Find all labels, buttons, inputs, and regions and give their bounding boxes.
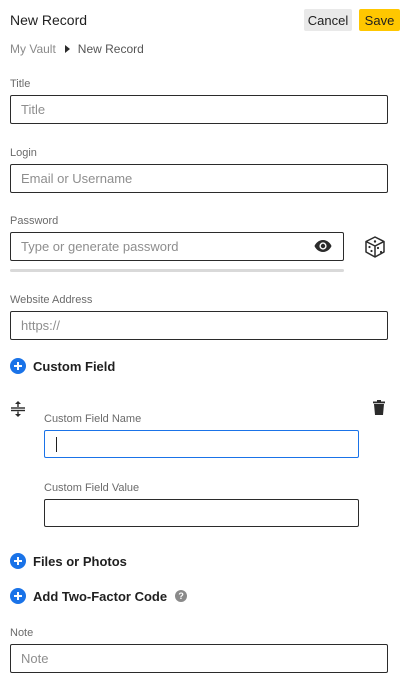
note-label: Note <box>10 627 34 639</box>
page-title: New Record <box>10 12 88 28</box>
custom-field-name-input[interactable] <box>44 430 359 458</box>
add-files-label: Files or Photos <box>33 553 127 569</box>
title-label: Title <box>10 78 31 90</box>
cancel-button[interactable]: Cancel <box>304 9 352 31</box>
website-label: Website Address <box>10 294 93 306</box>
breadcrumb-root-link[interactable]: My Vault <box>10 42 56 56</box>
password-input[interactable] <box>10 232 344 261</box>
dice-icon[interactable] <box>363 235 387 259</box>
custom-field-value-input[interactable] <box>44 499 359 527</box>
login-label: Login <box>10 147 37 159</box>
text-cursor <box>56 437 57 452</box>
header: New Record Cancel Save <box>0 0 400 40</box>
plus-circle-icon <box>10 553 26 569</box>
add-files-button[interactable]: Files or Photos <box>10 553 127 569</box>
eye-icon[interactable] <box>314 239 332 253</box>
title-input[interactable] <box>10 95 388 124</box>
breadcrumb-current: New Record <box>77 42 144 56</box>
help-icon[interactable]: ? <box>175 590 188 602</box>
password-field <box>10 232 344 261</box>
login-input[interactable] <box>10 164 388 193</box>
add-two-factor-button[interactable]: Add Two-Factor Code ? <box>10 588 188 604</box>
add-two-factor-label: Add Two-Factor Code <box>33 588 168 604</box>
drag-handle-icon[interactable] <box>11 401 25 417</box>
note-input[interactable] <box>10 644 388 673</box>
password-strength-bar <box>10 269 344 272</box>
custom-field-value-label: Custom Field Value <box>44 482 140 494</box>
custom-field-name-label: Custom Field Name <box>44 413 142 425</box>
website-input[interactable] <box>10 311 388 340</box>
plus-circle-icon <box>10 358 26 374</box>
breadcrumb: My Vault New Record <box>10 42 144 56</box>
add-custom-field-label: Custom Field <box>33 358 116 374</box>
password-label: Password <box>10 215 59 227</box>
caret-right-icon <box>64 45 70 53</box>
add-custom-field-button[interactable]: Custom Field <box>10 358 115 374</box>
plus-circle-icon <box>10 588 26 604</box>
trash-icon[interactable] <box>373 400 385 415</box>
save-button[interactable]: Save <box>359 9 400 31</box>
